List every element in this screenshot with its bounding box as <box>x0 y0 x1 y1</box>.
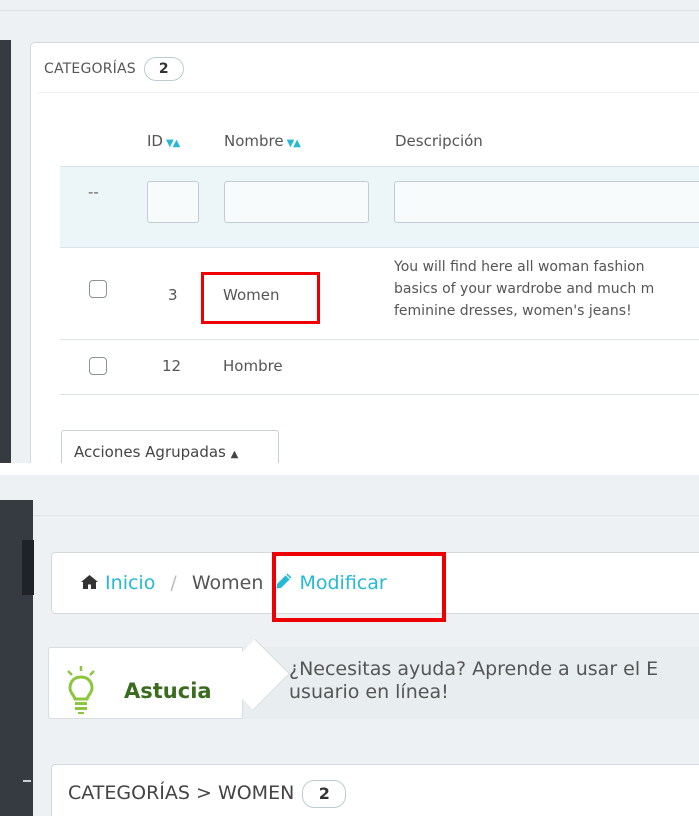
tip-label: Astucia <box>124 679 212 703</box>
lightbulb-icon <box>64 665 98 715</box>
count-badge: 2 <box>143 57 184 81</box>
tip-text-line: ¿Necesitas ayuda? Aprende a usar el E <box>289 658 659 680</box>
category-edit-screenshot: Inicio / Women Modificar Astucia ¿Necesi… <box>0 475 699 816</box>
tip-text[interactable]: ¿Necesitas ayuda? Aprende a usar el E us… <box>289 658 658 704</box>
row-description: You will find here all woman fashion bas… <box>394 256 699 322</box>
description-line: basics of your wardrobe and much m <box>394 281 655 297</box>
divider <box>33 515 699 516</box>
column-label: Nombre <box>224 132 284 150</box>
sidebar-edge <box>0 40 11 463</box>
filter-id-input[interactable] <box>147 181 199 223</box>
row-name[interactable]: Hombre <box>223 357 283 375</box>
tip-text-line: usuario en línea! <box>289 681 449 703</box>
sort-icon[interactable]: ▼▲ <box>166 138 180 149</box>
description-line: You will find here all woman fashion <box>394 259 645 275</box>
count-badge: 2 <box>302 780 347 808</box>
section-title: CATEGORÍAS > WOMEN 2 <box>68 780 347 808</box>
breadcrumb-home-link[interactable]: Inicio <box>105 572 155 594</box>
filter-description-input[interactable] <box>394 181 699 223</box>
panel-title: CATEGORÍAS <box>44 61 136 77</box>
highlight-box <box>201 272 320 324</box>
column-label: ID <box>147 132 163 150</box>
filter-name-input[interactable] <box>224 181 369 223</box>
caret-up-icon: ▲ <box>230 449 239 460</box>
row-id: 3 <box>168 286 178 304</box>
sidebar-marker <box>23 780 31 782</box>
filter-placeholder: -- <box>88 183 99 201</box>
row-checkbox[interactable] <box>89 357 107 375</box>
column-header-name[interactable]: Nombre ▼▲ <box>224 132 301 150</box>
bulk-actions-button[interactable]: Acciones Agrupadas ▲ <box>61 430 279 463</box>
column-header-description: Descripción <box>395 132 483 150</box>
row-checkbox[interactable] <box>89 280 107 298</box>
sort-icon[interactable]: ▼▲ <box>287 138 301 149</box>
divider <box>0 10 699 11</box>
column-header-id[interactable]: ID ▼▲ <box>147 132 180 150</box>
description-line: feminine dresses, women's jeans! <box>394 303 632 319</box>
breadcrumb-current: Women <box>191 572 264 594</box>
home-icon[interactable] <box>80 573 99 595</box>
sidebar-edge <box>22 540 34 595</box>
divider <box>37 92 699 93</box>
row-id: 12 <box>162 357 182 375</box>
table-row[interactable] <box>60 340 699 395</box>
highlight-box <box>272 552 446 622</box>
categories-list-screenshot: CATEGORÍAS 2 ID ▼▲ Nombre ▼▲ Descripción --… <box>0 0 699 463</box>
bulk-actions-label: Acciones Agrupadas <box>74 443 226 461</box>
breadcrumb-separator: / <box>170 572 177 594</box>
column-label: Descripción <box>395 132 483 150</box>
section-title-text: CATEGORÍAS > WOMEN <box>68 782 295 804</box>
panel-heading: CATEGORÍAS 2 <box>44 57 184 81</box>
